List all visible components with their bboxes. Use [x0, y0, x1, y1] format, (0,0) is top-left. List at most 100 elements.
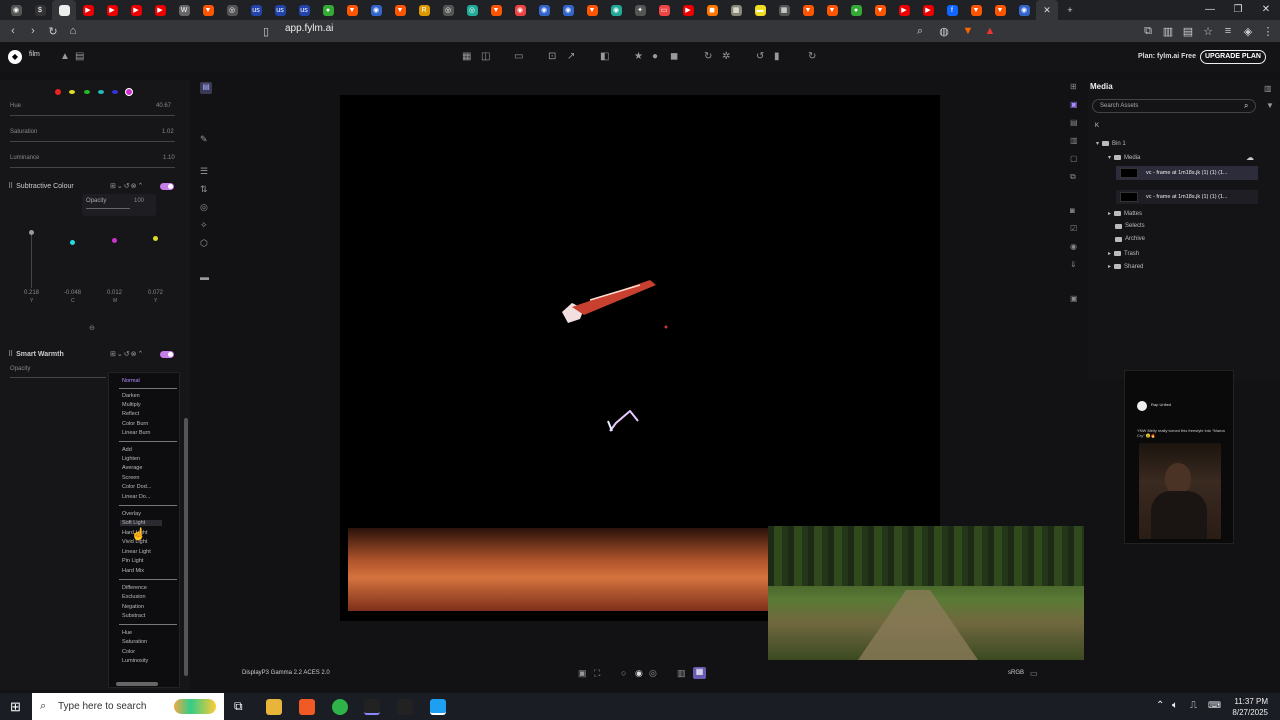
blend-mode-dropdown[interactable]: Normal Darken Multiply Reflect Color Bur…: [108, 372, 180, 688]
clipboard-icon[interactable]: ▤: [1070, 118, 1078, 127]
dropdown-horizontal-scrollbar[interactable]: [116, 682, 158, 686]
undo-icon[interactable]: ↺: [756, 51, 764, 62]
y2-knob[interactable]: [153, 236, 158, 241]
vpn-icon[interactable]: ◈: [1238, 25, 1258, 38]
c-knob[interactable]: [70, 240, 75, 245]
record-icon[interactable]: ◉: [1070, 242, 1077, 251]
tab-generic[interactable]: ◎: [220, 0, 244, 20]
rewards-icon[interactable]: ▲: [980, 25, 1000, 37]
blend-option[interactable]: Hard Mix: [122, 568, 144, 574]
sync-icon[interactable]: ↻: [808, 51, 816, 62]
blend-option-hovered[interactable]: Soft Light: [120, 520, 162, 526]
saturation-slider[interactable]: [10, 141, 175, 142]
cyan-swatch[interactable]: [98, 90, 104, 94]
tab-active[interactable]: [52, 0, 76, 20]
zoom-icon[interactable]: ⊡: [548, 51, 556, 62]
smart-warmth-enable-toggle[interactable]: [160, 351, 174, 358]
minimize-icon[interactable]: —: [1196, 0, 1224, 20]
file-explorer-icon[interactable]: [266, 699, 282, 715]
tab-generic[interactable]: ◉: [532, 0, 556, 20]
node-controls[interactable]: ⊞⌄↺⊗⌃: [110, 182, 144, 190]
opacity-value[interactable]: 100: [134, 198, 144, 204]
tab-youtube[interactable]: ▶: [76, 0, 100, 20]
star-icon[interactable]: ☆: [1198, 25, 1218, 38]
tab-brave[interactable]: ▼: [796, 0, 820, 20]
cloud-upload-icon[interactable]: ☁: [1246, 153, 1254, 162]
node-controls[interactable]: ⊞⌄↺⊗⌃: [110, 350, 144, 358]
bin-1[interactable]: ▾ Bin 1: [1096, 140, 1126, 148]
rotate-icon[interactable]: ↻: [704, 51, 712, 62]
tab-generic[interactable]: ◉: [556, 0, 580, 20]
copy-icon[interactable]: ⧉: [1070, 172, 1076, 182]
maximize-icon[interactable]: ❐: [1224, 0, 1252, 20]
circle-filled-icon[interactable]: ◉: [635, 668, 643, 679]
tab-youtube[interactable]: ▶: [148, 0, 172, 20]
split-view-icon[interactable]: ◫: [481, 51, 490, 62]
layers-icon[interactable]: ▤: [200, 82, 212, 94]
forward-icon[interactable]: ›: [23, 25, 43, 37]
favorite-icon[interactable]: ★: [634, 51, 643, 62]
tab-r[interactable]: R: [412, 0, 436, 20]
tag-icon[interactable]: ◼: [670, 51, 678, 62]
collapse-arrow-icon[interactable]: ▾: [1108, 154, 1111, 161]
saturation-value[interactable]: 1.02: [162, 129, 174, 135]
blend-option[interactable]: Luminosity: [122, 658, 148, 664]
download-icon[interactable]: ⇓: [1070, 260, 1077, 269]
brave-icon[interactable]: [299, 699, 315, 715]
editor-app-icon[interactable]: [397, 699, 413, 715]
tab-youtube[interactable]: ▶: [100, 0, 124, 20]
hue-value[interactable]: 40.67: [156, 103, 171, 109]
columns-icon[interactable]: ▥: [1070, 136, 1078, 145]
output-colorspace-selector[interactable]: sRGB: [1008, 670, 1024, 676]
tab-brave[interactable]: ▼: [868, 0, 892, 20]
tab-generic[interactable]: ◎: [460, 0, 484, 20]
tab-youtube[interactable]: ▶: [916, 0, 940, 20]
reader-icon[interactable]: ▤: [1178, 25, 1198, 38]
blend-option[interactable]: Overlay: [122, 511, 141, 517]
tab-youtube[interactable]: ▶: [892, 0, 916, 20]
hue-slider[interactable]: [10, 115, 175, 116]
blend-option[interactable]: Pin Light: [122, 558, 143, 564]
media-folder[interactable]: ▾ Media: [1108, 154, 1140, 162]
blend-option[interactable]: Lighten: [122, 456, 140, 462]
search-icon[interactable]: ⌕: [910, 25, 930, 38]
blend-option[interactable]: Multiply: [122, 402, 141, 408]
adjust-icon[interactable]: ⇅: [200, 184, 208, 195]
blend-option[interactable]: Average: [122, 465, 142, 471]
blend-option[interactable]: Substract: [122, 613, 145, 619]
media-icon[interactable]: ▣: [1070, 100, 1078, 109]
tab-generic[interactable]: ◎: [436, 0, 460, 20]
green-swatch[interactable]: [84, 90, 90, 94]
tab-chrome[interactable]: ●: [844, 0, 868, 20]
tab-generic[interactable]: ◉: [364, 0, 388, 20]
blend-option[interactable]: Linear Burn: [122, 430, 150, 436]
chrome-icon[interactable]: [332, 699, 348, 715]
circle-dashed-icon[interactable]: ◎: [649, 668, 657, 679]
circle-icon[interactable]: ●: [652, 51, 658, 62]
blend-option[interactable]: Darken: [122, 393, 140, 399]
magenta-swatch[interactable]: [125, 88, 133, 96]
home-icon[interactable]: ⌂: [63, 25, 83, 37]
clip-item-selected[interactable]: vc - frame at 1m18s.jk (1) (1) (1...: [1116, 166, 1258, 180]
blend-option[interactable]: Color Dod...: [122, 484, 151, 490]
blend-option[interactable]: Linear Light: [122, 549, 151, 555]
upgrade-plan-button[interactable]: UPGRADE PLAN: [1200, 50, 1266, 64]
tab-brave[interactable]: ▼: [388, 0, 412, 20]
system-clock[interactable]: 11:37 PM 8/27/2025: [1232, 696, 1268, 718]
blend-option[interactable]: Color: [122, 649, 135, 655]
task-view-icon[interactable]: ⧉: [234, 699, 243, 714]
tab-chrome[interactable]: ●: [316, 0, 340, 20]
fullscreen-icon[interactable]: ⛶: [594, 668, 600, 679]
notes-icon[interactable]: ▤: [75, 51, 84, 62]
chat-icon[interactable]: ▢: [1070, 154, 1078, 163]
blend-option[interactable]: Negation: [122, 604, 144, 610]
network-icon[interactable]: ⎍: [1190, 700, 1197, 711]
app-logo-icon[interactable]: ◆: [8, 50, 22, 64]
folder-selects[interactable]: Selects: [1115, 223, 1145, 229]
blend-option[interactable]: Linear Do...: [122, 494, 150, 500]
panel-options-icon[interactable]: ▥: [1264, 84, 1272, 93]
tab-generic[interactable]: ◉: [508, 0, 532, 20]
color-icon[interactable]: ◎: [200, 202, 208, 213]
clip-item[interactable]: vc - frame at 1m18s.jk (1) (1) (1...: [1116, 190, 1258, 204]
histogram-icon[interactable]: ▥: [677, 668, 686, 679]
